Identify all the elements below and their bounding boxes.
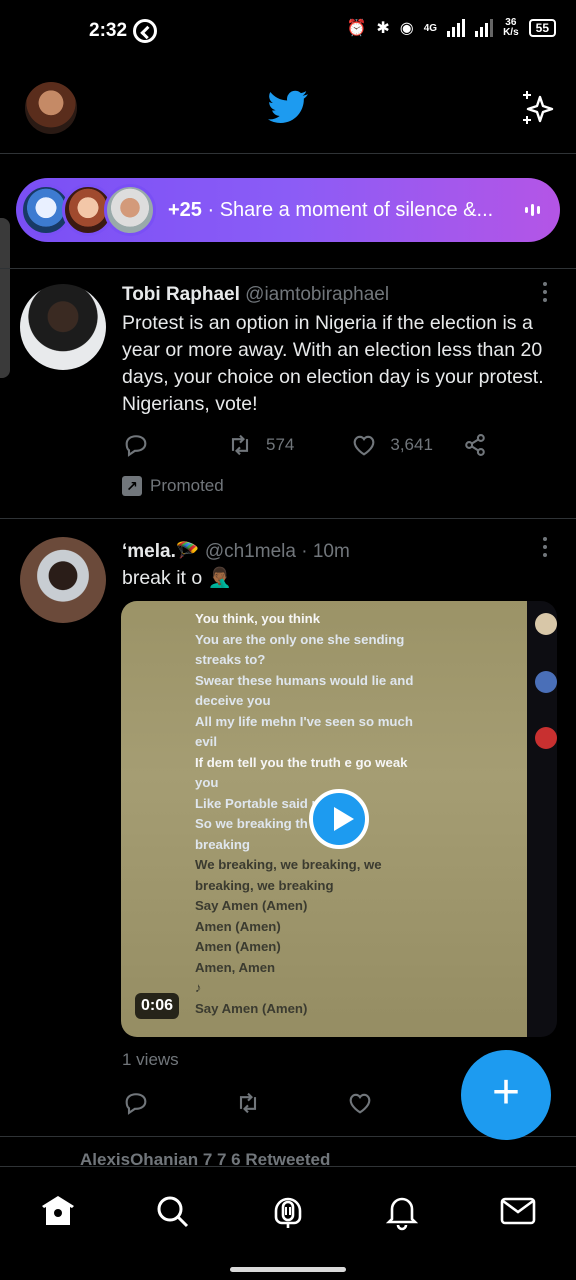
retweet-button[interactable]: 574 (226, 431, 294, 459)
tweet-actions: 574 3,641 (122, 430, 489, 460)
tweet-header: Tobi Raphael @iamtobiraphael (122, 284, 389, 306)
nav-notifications[interactable] (382, 1191, 422, 1231)
signal-icon-2 (475, 19, 494, 37)
heart-icon (353, 435, 375, 456)
lyric-line: you (195, 775, 219, 790)
nav-spaces[interactable] (268, 1191, 308, 1231)
mail-icon (500, 1197, 536, 1225)
retweet-button[interactable] (234, 1089, 262, 1117)
search-icon (157, 1196, 189, 1228)
lyric-line: Say Amen (Amen) (195, 898, 308, 913)
network-type: 4G (423, 22, 438, 34)
lyric-line: breaking, we breaking (195, 877, 334, 893)
lyric-line: If dem tell you the truth e go weak (195, 754, 408, 770)
lyric-line: Amen (Amen) (195, 918, 281, 934)
lyric-line: streaks to? (195, 652, 266, 667)
space-host-avatar (104, 184, 156, 236)
reply-icon (125, 435, 147, 457)
nav-home[interactable] (38, 1191, 78, 1231)
lyric-line: All my life mehn I've seen so much (195, 713, 413, 729)
author-avatar[interactable] (20, 537, 106, 623)
twitter-bird-icon[interactable] (268, 90, 308, 124)
home-indicator[interactable] (230, 1267, 346, 1272)
heart-icon (349, 1093, 371, 1114)
promoted-label: ↗ Promoted (122, 476, 224, 496)
strip-avatar (535, 613, 557, 635)
retweet-count: 574 (266, 435, 295, 454)
author-name[interactable]: Tobi Raphael (122, 284, 240, 305)
like-button[interactable]: 3,641 (350, 431, 433, 459)
app-header (0, 70, 576, 154)
sparkle-icon[interactable] (518, 88, 558, 128)
share-icon (465, 434, 485, 456)
retweet-icon (239, 1092, 257, 1114)
nav-messages[interactable] (498, 1191, 538, 1231)
more-options-icon[interactable] (542, 537, 548, 559)
bell-icon (385, 1197, 419, 1231)
play-button[interactable] (309, 789, 369, 849)
like-button[interactable] (346, 1089, 374, 1117)
tweet-text: Protest is an option in Nigeria if the e… (122, 312, 544, 415)
lyric-line: You think, you think (195, 611, 321, 626)
lyric-line: breaking (195, 836, 250, 852)
video-lyrics: You think, you think You are the only one… (195, 609, 413, 1019)
name-emoji: 🪂 (175, 541, 200, 562)
profile-avatar[interactable] (25, 82, 77, 134)
promoted-arrow-icon: ↗ (122, 476, 142, 496)
tweet-header: ‘mela.🪂 @ch1mela · 10m (122, 539, 350, 563)
lyric-line: Amen (Amen) (195, 939, 281, 954)
spaces-banner[interactable]: +25 · Share a moment of silence &... (16, 178, 560, 242)
share-button[interactable] (461, 431, 489, 459)
spaces-microphone-icon (274, 1197, 302, 1228)
reply-button[interactable] (122, 1089, 150, 1117)
compose-tweet-button[interactable]: + (461, 1050, 551, 1140)
audio-bars-icon (525, 204, 540, 216)
lyric-line: Like Portable said rip you" (195, 795, 362, 811)
video-side-strip (527, 601, 557, 1037)
lyric-line: Amen, Amen (195, 959, 276, 975)
lyric-line: Swear these humans would lie and (195, 672, 414, 688)
status-bar: 2:32 ⏰ ✱ ◉ 4G 36 K/s 55 (0, 0, 576, 64)
battery-icon: 55 (528, 19, 556, 37)
video-duration: 0:06 (135, 993, 180, 1019)
status-icons: ⏰ ✱ ◉ 4G 36 K/s 55 (346, 18, 556, 38)
author-handle[interactable]: @iamtobiraphael (245, 284, 389, 305)
view-count: 1 views (122, 1050, 179, 1069)
lyric-line: We breaking, we breaking, we (195, 857, 382, 872)
tweet-actions (122, 1088, 374, 1118)
lyric-line: You are the only one she sending (195, 631, 405, 647)
space-title: +25 · Share a moment of silence &... (168, 198, 494, 221)
nav-search[interactable] (152, 1191, 192, 1231)
tweet-time: · 10m (301, 541, 350, 562)
lyric-line: deceive you (195, 693, 271, 708)
author-name[interactable]: ‘mela. (122, 541, 176, 562)
network-speed: 36 K/s (503, 17, 519, 38)
author-avatar[interactable] (20, 284, 106, 370)
signal-icon (447, 19, 466, 37)
lyric-line: So we breaking th nd we (195, 816, 349, 831)
reply-icon (125, 1093, 147, 1115)
reply-button[interactable] (122, 431, 150, 459)
strip-avatar (535, 671, 557, 693)
retweet-icon (231, 434, 249, 456)
more-options-icon[interactable] (542, 282, 548, 304)
alarm-icon: ⏰ (346, 20, 367, 37)
tweet-text: break it o 🤦🏾‍♂️ (122, 567, 232, 589)
g-app-icon (133, 19, 157, 43)
lyric-line: ♪ (195, 980, 202, 995)
like-count: 3,641 (390, 435, 433, 454)
bottom-navigation (0, 1166, 576, 1280)
strip-avatar (535, 727, 557, 749)
tweet[interactable]: Tobi Raphael @iamtobiraphael Protest is … (0, 268, 576, 518)
lyric-line: evil (195, 734, 217, 749)
home-icon (42, 1196, 74, 1225)
status-time: 2:32 (89, 20, 128, 41)
retweeted-row: AlexisOhanian 7 7 6 Retweeted (80, 1150, 331, 1166)
author-handle[interactable]: @ch1mela (205, 541, 296, 562)
bluetooth-icon: ✱ (376, 20, 390, 37)
lyric-line: Say Amen (Amen) (195, 1000, 308, 1016)
video-player[interactable]: You think, you think You are the only one… (121, 601, 557, 1037)
hotspot-icon: ◉ (399, 20, 414, 37)
